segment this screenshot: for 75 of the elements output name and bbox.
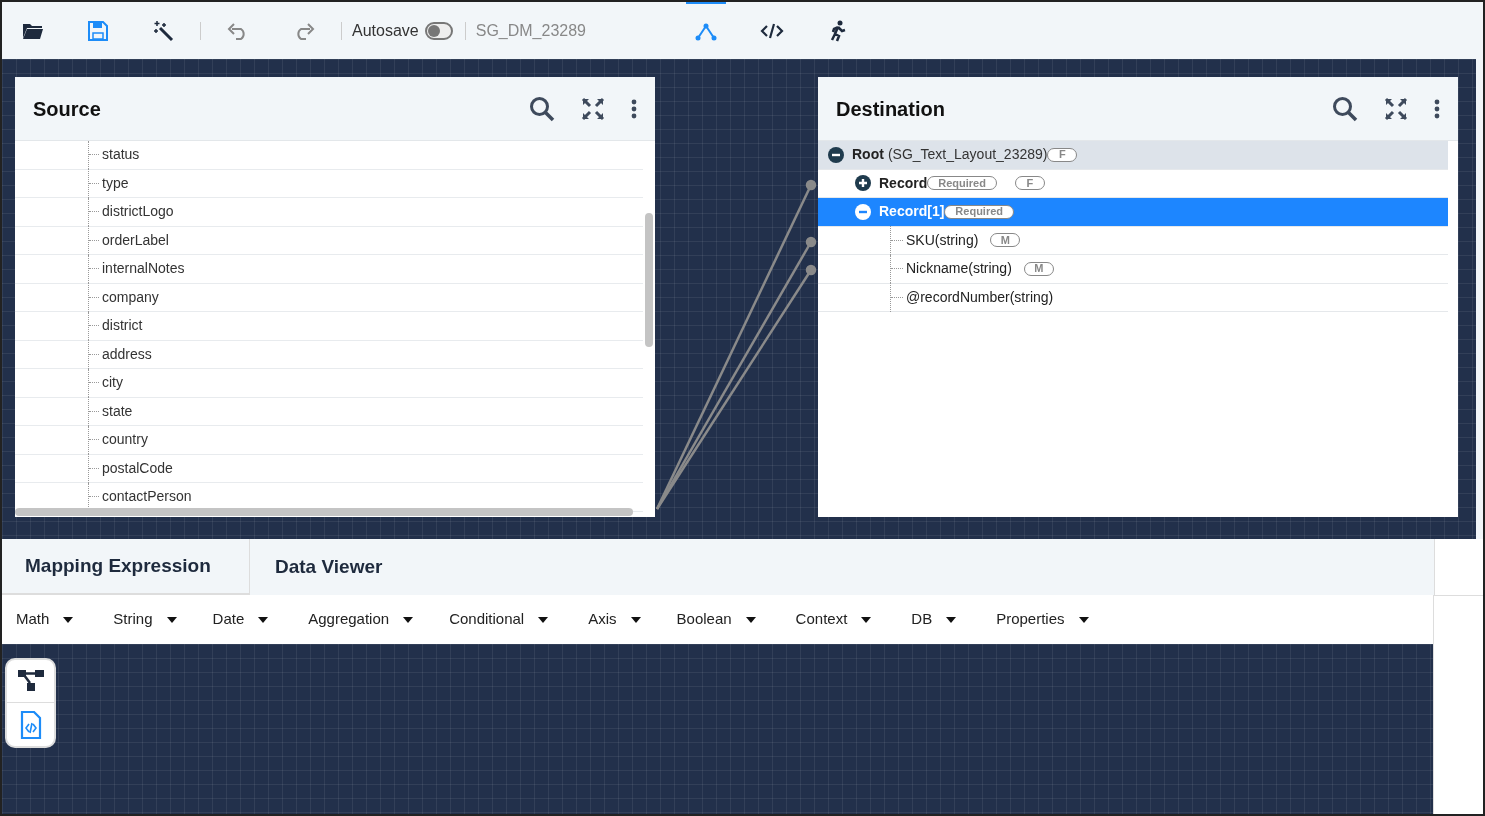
running-person-icon — [829, 19, 847, 42]
save-button[interactable] — [88, 20, 108, 41]
tree-row[interactable]: SKU(string) M — [818, 226, 1448, 255]
open-folder-button[interactable] — [22, 21, 44, 40]
tree-row[interactable]: Record[1] Required — [818, 198, 1448, 227]
tree-item[interactable]: internalNotes — [102, 258, 185, 280]
more-menu-button[interactable] — [631, 98, 637, 119]
menu-dropdown[interactable]: Axis — [588, 608, 641, 631]
node-label: Nickname(string) — [906, 259, 1012, 279]
magic-wand-button[interactable] — [152, 19, 174, 42]
collapse-icon[interactable] — [828, 146, 844, 163]
tree-item[interactable]: city — [102, 372, 123, 394]
tag-badge: M — [990, 233, 1021, 248]
tree-item[interactable]: district — [102, 315, 143, 337]
caret-icon — [166, 616, 177, 623]
caret-icon — [861, 616, 872, 623]
tree-row[interactable]: @recordNumber(string) — [818, 283, 1448, 312]
tree-row[interactable]: Root (SG_Text_Layout_23289) F — [818, 141, 1448, 170]
menu-dropdown[interactable]: Context — [795, 608, 872, 631]
horizontal-scrollbar[interactable] — [15, 508, 633, 516]
search-button[interactable] — [1332, 95, 1358, 122]
node-graph-icon — [695, 22, 717, 41]
tree-item[interactable]: contactPerson — [102, 486, 192, 508]
caret-icon — [946, 616, 957, 623]
search-button[interactable] — [529, 95, 555, 122]
caret-icon — [630, 616, 641, 623]
caret-icon — [403, 616, 414, 623]
panel-title: Source — [33, 96, 102, 122]
tree-item[interactable]: company — [102, 286, 159, 308]
code-file-icon[interactable] — [19, 711, 42, 739]
tree-item[interactable]: address — [102, 343, 152, 365]
node-label: Record — [879, 173, 928, 193]
caret-icon — [538, 616, 549, 623]
caret-icon — [745, 616, 756, 623]
caret-icon — [63, 616, 74, 623]
document-name: SG_DM_23289 — [475, 20, 586, 41]
caret-icon — [258, 616, 269, 623]
expand-button[interactable] — [1384, 96, 1408, 121]
menu-dropdown[interactable]: Date — [212, 608, 269, 631]
menu-dropdown[interactable]: Properties — [996, 608, 1089, 631]
tree-item[interactable]: type — [102, 172, 129, 194]
tree-item[interactable]: country — [102, 429, 148, 451]
menu-dropdown[interactable]: Aggregation — [308, 608, 414, 631]
menu-dropdown[interactable]: Math — [16, 608, 74, 631]
tree-item[interactable]: orderLabel — [102, 229, 169, 251]
node-label: Record[1] — [879, 202, 945, 222]
tag-badge: Required — [944, 204, 1015, 219]
expand-button[interactable] — [581, 96, 605, 121]
more-menu-button[interactable] — [1434, 98, 1440, 119]
menu-dropdown[interactable]: String — [113, 608, 177, 631]
tag-badge: Required — [927, 176, 997, 191]
panel-title: Destination — [836, 96, 946, 122]
autosave-toggle[interactable] — [424, 21, 453, 40]
menu-dropdown[interactable]: Boolean — [676, 608, 756, 631]
tag-badge: F — [1014, 176, 1045, 191]
tab[interactable]: Data Viewer — [250, 539, 408, 595]
vertical-scrollbar[interactable] — [645, 213, 653, 347]
hierarchy-icon[interactable] — [17, 670, 44, 692]
caret-icon — [1078, 616, 1089, 623]
tree-item[interactable]: state — [102, 400, 133, 422]
tag-badge: F — [1047, 147, 1078, 162]
tree-row[interactable]: Nickname(string) M — [818, 255, 1448, 284]
node-label: SKU(string) — [906, 230, 979, 250]
menu-dropdown[interactable]: Conditional — [449, 608, 549, 631]
node-label: Root — [852, 145, 884, 165]
tag-badge: M — [1023, 261, 1054, 276]
expand-icon[interactable] — [855, 175, 871, 192]
tree-item[interactable]: status — [102, 144, 140, 166]
code-icon — [760, 22, 784, 39]
autosave-label: Autosave — [352, 20, 419, 41]
tree-item[interactable]: postalCode — [102, 457, 173, 479]
tree-item[interactable]: districtLogo — [102, 201, 174, 223]
menu-dropdown[interactable]: DB — [911, 608, 957, 631]
node-detail: (SG_Text_Layout_23289) — [887, 145, 1048, 165]
node-label: @recordNumber(string) — [906, 287, 1054, 307]
